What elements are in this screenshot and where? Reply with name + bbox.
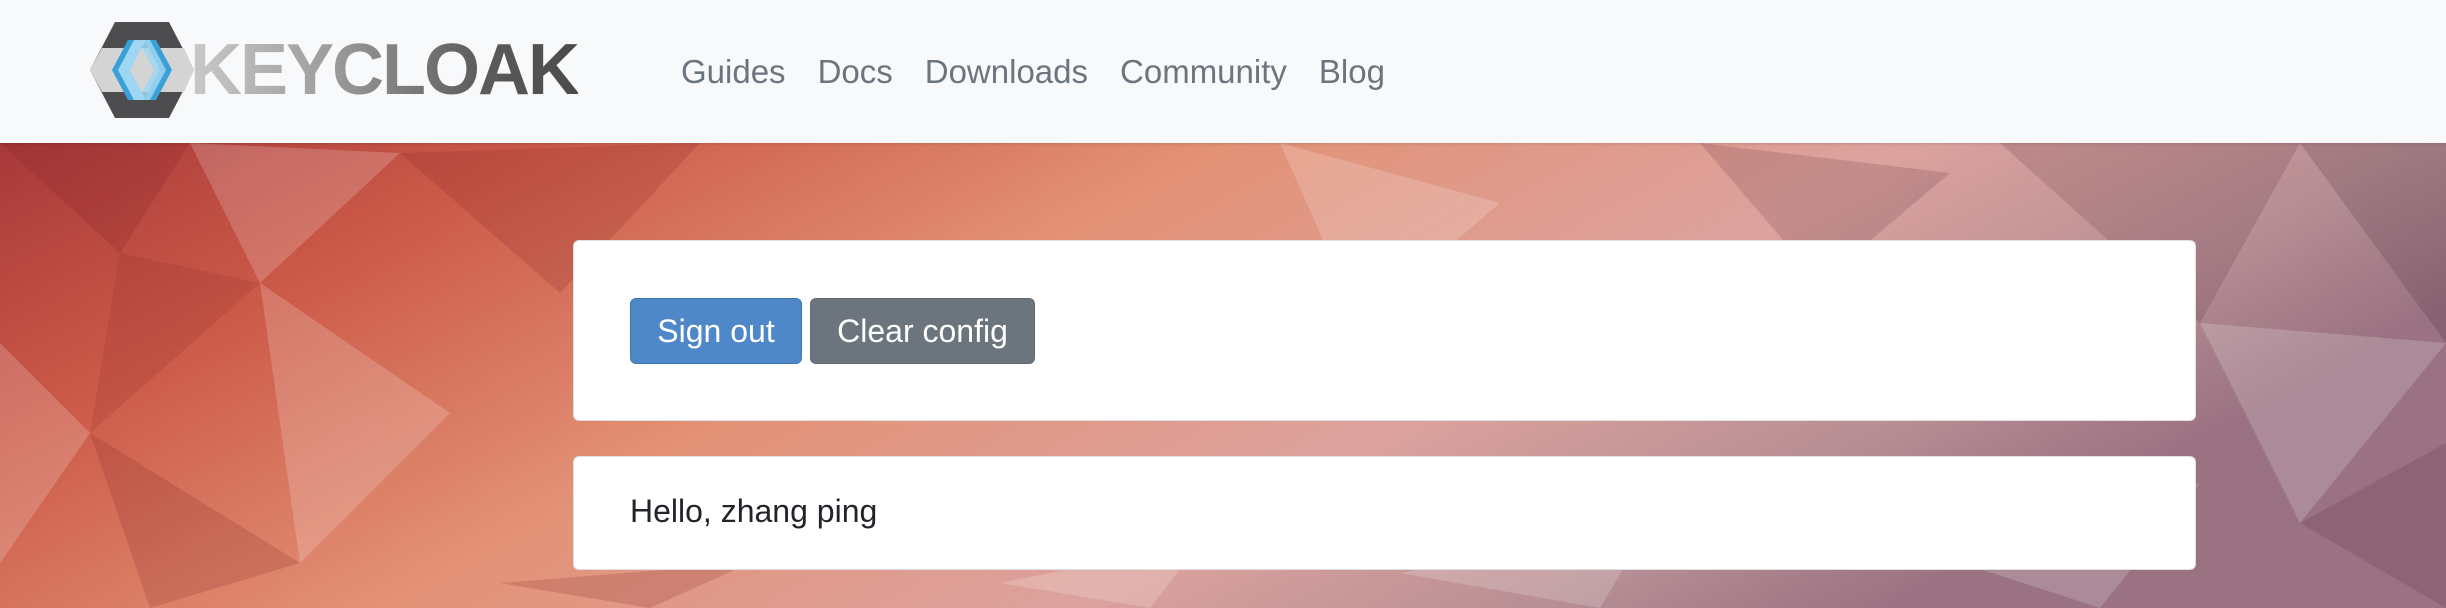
greeting-card: Hello, zhang ping bbox=[573, 456, 2196, 570]
keycloak-hexagon-icon bbox=[90, 22, 194, 118]
greeting-text: Hello, zhang ping bbox=[630, 493, 878, 529]
brand-wordmark: KEYCLOAK bbox=[190, 30, 580, 110]
nav-downloads[interactable]: Downloads bbox=[925, 53, 1088, 91]
nav-blog[interactable]: Blog bbox=[1319, 53, 1385, 91]
clear-config-button[interactable]: Clear config bbox=[810, 298, 1035, 364]
site-header: KEYCLOAK Guides Docs Downloads Community… bbox=[0, 0, 2446, 143]
keycloak-logo-link[interactable]: KEYCLOAK bbox=[88, 18, 580, 122]
sign-out-button[interactable]: Sign out bbox=[630, 298, 802, 364]
nav-docs[interactable]: Docs bbox=[818, 53, 893, 91]
nav-guides[interactable]: Guides bbox=[681, 53, 786, 91]
nav-community[interactable]: Community bbox=[1120, 53, 1287, 91]
main-nav: Guides Docs Downloads Community Blog bbox=[681, 0, 1385, 143]
main-content: Sign out Clear config Hello, zhang ping bbox=[0, 143, 2446, 608]
actions-card: Sign out Clear config bbox=[573, 240, 2196, 421]
